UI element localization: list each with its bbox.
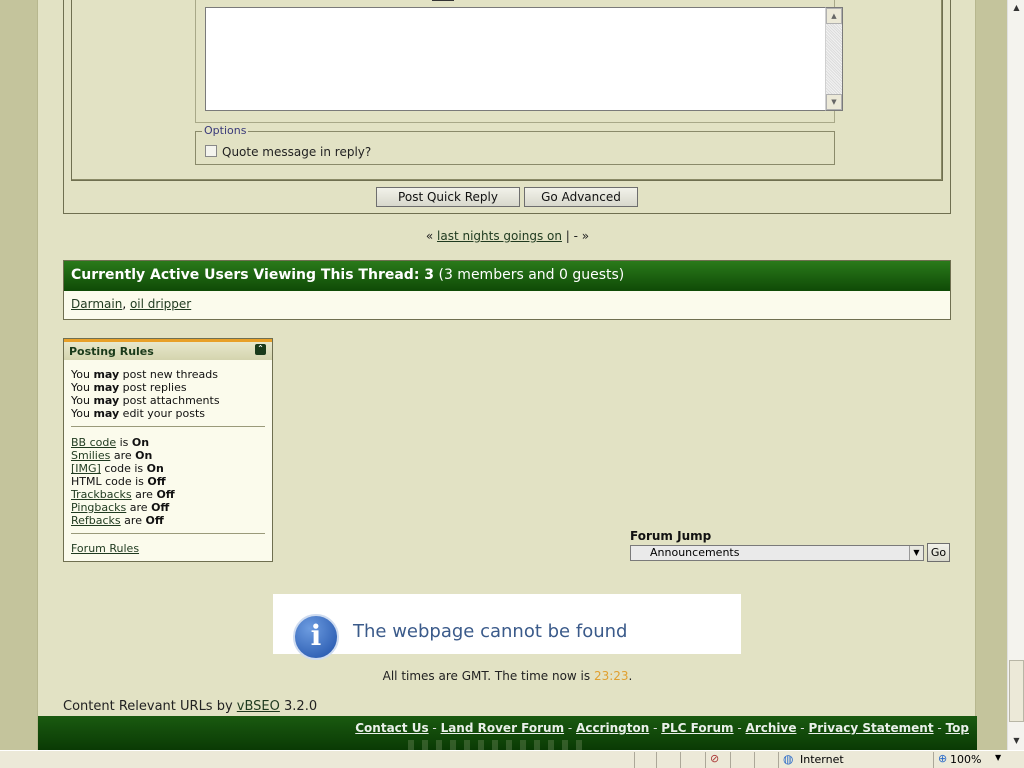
smilies-link[interactable]: Smilies (71, 449, 110, 462)
img-code-link[interactable]: [IMG] (71, 462, 101, 475)
trackbacks-link[interactable]: Trackbacks (71, 488, 132, 501)
editor-toolbar-fragment (432, 0, 454, 1)
forum-jump-selected: Announcements (650, 546, 740, 559)
footer-link-accrington[interactable]: Accrington (576, 721, 649, 735)
security-zone: Internet (800, 753, 844, 766)
textarea-scrollbar[interactable]: ▲ ▼ (825, 7, 843, 111)
globe-icon: ◍ (783, 752, 794, 766)
editor-frame: ▲ ▼ (195, 0, 843, 123)
footer-logo (408, 740, 588, 750)
setting-line: Refbacks are Off (71, 514, 164, 527)
user-link[interactable]: oil dripper (130, 297, 191, 311)
setting-line: Trackbacks are Off (71, 488, 175, 501)
permission-line: You may post attachments (71, 394, 220, 407)
pingbacks-link[interactable]: Pingbacks (71, 501, 126, 514)
forum-jump-label: Forum Jump (630, 529, 712, 543)
footer-link-archive[interactable]: Archive (746, 721, 797, 735)
nav-separator: | - (561, 229, 582, 243)
vbseo-link[interactable]: vBSEO (237, 699, 280, 714)
quick-reply-panel: ▲ ▼ Options Quote message in reply? Post… (63, 0, 951, 214)
forum-jump-go-button[interactable]: Go (927, 543, 950, 562)
footer-link-plc[interactable]: PLC Forum (661, 721, 733, 735)
posting-rules-title: Posting Rules (69, 345, 154, 358)
info-icon: i (293, 614, 339, 660)
active-users-box: Currently Active Users Viewing This Thre… (63, 260, 951, 320)
status-bar: ⊘ ◍ Internet ⊕ 100% ▼ (0, 750, 1024, 768)
posting-rules-header: Posting Rules ⌃ (64, 339, 272, 360)
footer-link-land-rover[interactable]: Land Rover Forum (441, 721, 565, 735)
quote-label: Quote message in reply? (222, 145, 372, 159)
message-textarea[interactable]: ▲ ▼ (205, 7, 843, 111)
setting-line: Smilies are On (71, 449, 153, 462)
forum-rules-link[interactable]: Forum Rules (71, 542, 139, 555)
permission-line: You may post replies (71, 381, 187, 394)
footer-link-top[interactable]: Top (946, 721, 969, 735)
post-quick-reply-button[interactable]: Post Quick Reply (376, 187, 520, 207)
current-time: 23:23 (593, 669, 629, 683)
active-users-list: Darmain, oil dripper (71, 297, 192, 311)
setting-line: BB code is On (71, 436, 150, 449)
setting-line: Pingbacks are Off (71, 501, 170, 514)
zoom-level[interactable]: 100% (950, 753, 981, 766)
active-users-title: Currently Active Users Viewing This Thre… (71, 267, 435, 283)
scroll-down-icon[interactable]: ▼ (1009, 733, 1024, 748)
zoom-icon[interactable]: ⊕ (938, 752, 947, 765)
prev-symbol: « (425, 229, 434, 243)
forum-rules-line: Forum Rules (71, 542, 139, 555)
go-advanced-button[interactable]: Go Advanced (524, 187, 638, 207)
footer-link-contact[interactable]: Contact Us (355, 721, 428, 735)
privacy-icon[interactable]: ⊘ (710, 752, 719, 765)
options-fieldset: Options Quote message in reply? (195, 124, 835, 165)
posting-rules-box: Posting Rules ⌃ You may post new threads… (63, 338, 273, 562)
rules-divider (71, 533, 265, 534)
scroll-thumb[interactable] (1009, 660, 1024, 722)
scroll-up-icon[interactable]: ▲ (1009, 0, 1024, 15)
scroll-down-icon[interactable]: ▼ (826, 94, 842, 110)
footer-bar: Contact Us - Land Rover Forum - Accringt… (38, 716, 977, 750)
bbcode-link[interactable]: BB code (71, 436, 116, 449)
active-users-detail: (3 members and 0 guests) (438, 267, 625, 283)
quick-reply-inner: ▲ ▼ Options Quote message in reply? (71, 0, 943, 181)
time-line: All times are GMT. The time now is 23:23… (382, 669, 633, 683)
permission-line: You may edit your posts (71, 407, 206, 420)
error-message: The webpage cannot be found (353, 621, 628, 642)
thread-navigation: « last nights goings on | - » (38, 229, 977, 243)
refbacks-link[interactable]: Refbacks (71, 514, 121, 527)
vbseo-credit: Content Relevant URLs by vBSEO 3.2.0 (63, 699, 318, 714)
user-link[interactable]: Darmain (71, 297, 122, 311)
error-frame: i The webpage cannot be found (273, 594, 741, 660)
setting-line: [IMG] code is On (71, 462, 164, 475)
scroll-up-icon[interactable]: ▲ (826, 8, 842, 24)
setting-line: HTML code is Off (71, 475, 166, 488)
chevron-down-icon[interactable]: ▼ (909, 546, 923, 560)
collapse-icon[interactable]: ⌃ (255, 344, 266, 355)
prev-thread-link[interactable]: last nights goings on (437, 229, 562, 243)
forum-jump-select[interactable]: Announcements ▼ (630, 545, 924, 561)
quote-checkbox[interactable] (205, 145, 217, 157)
page-content: ▲ ▼ Options Quote message in reply? Post… (37, 0, 977, 750)
chevron-down-icon[interactable]: ▼ (995, 753, 1001, 762)
rules-divider (71, 426, 265, 427)
footer-link-privacy[interactable]: Privacy Statement (808, 721, 933, 735)
active-users-header: Currently Active Users Viewing This Thre… (64, 261, 950, 291)
next-symbol[interactable]: » (582, 229, 589, 243)
options-legend: Options (202, 124, 249, 137)
permission-line: You may post new threads (71, 368, 218, 381)
window-scrollbar[interactable]: ▲ ▼ (1007, 0, 1024, 750)
